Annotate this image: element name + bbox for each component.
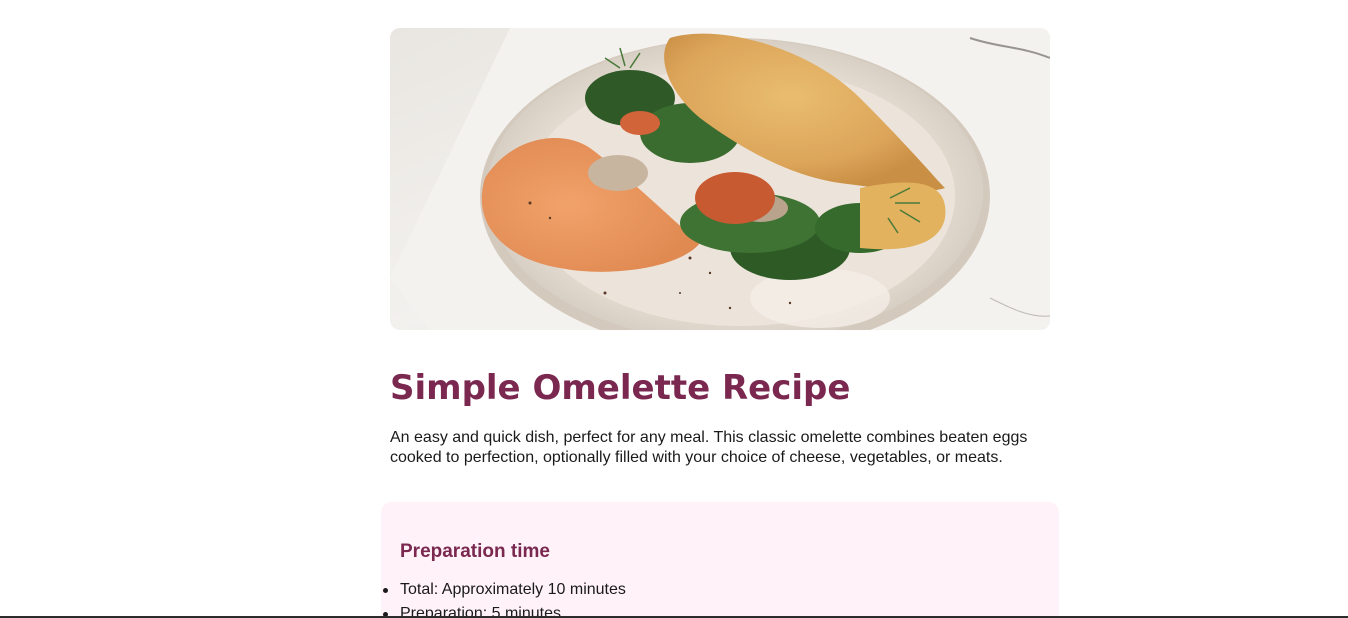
- bullet-icon: [383, 588, 388, 593]
- preparation-time-panel: Preparation time Total: Approximately 10…: [381, 502, 1059, 618]
- recipe-hero-image: [390, 28, 1050, 330]
- list-item: Total: Approximately 10 minutes: [383, 578, 626, 602]
- recipe-main: Simple Omelette Recipe An easy and quick…: [390, 28, 1050, 468]
- preparation-time-heading: Preparation time: [400, 541, 550, 562]
- recipe-description: An easy and quick dish, perfect for any …: [390, 429, 1028, 466]
- recipe-page: Simple Omelette Recipe An easy and quick…: [0, 0, 1348, 618]
- list-item-text: Total: Approximately 10 minutes: [400, 581, 626, 598]
- preparation-time-list: Total: Approximately 10 minutes Preparat…: [383, 578, 626, 618]
- recipe-title: Simple Omelette Recipe: [390, 368, 851, 408]
